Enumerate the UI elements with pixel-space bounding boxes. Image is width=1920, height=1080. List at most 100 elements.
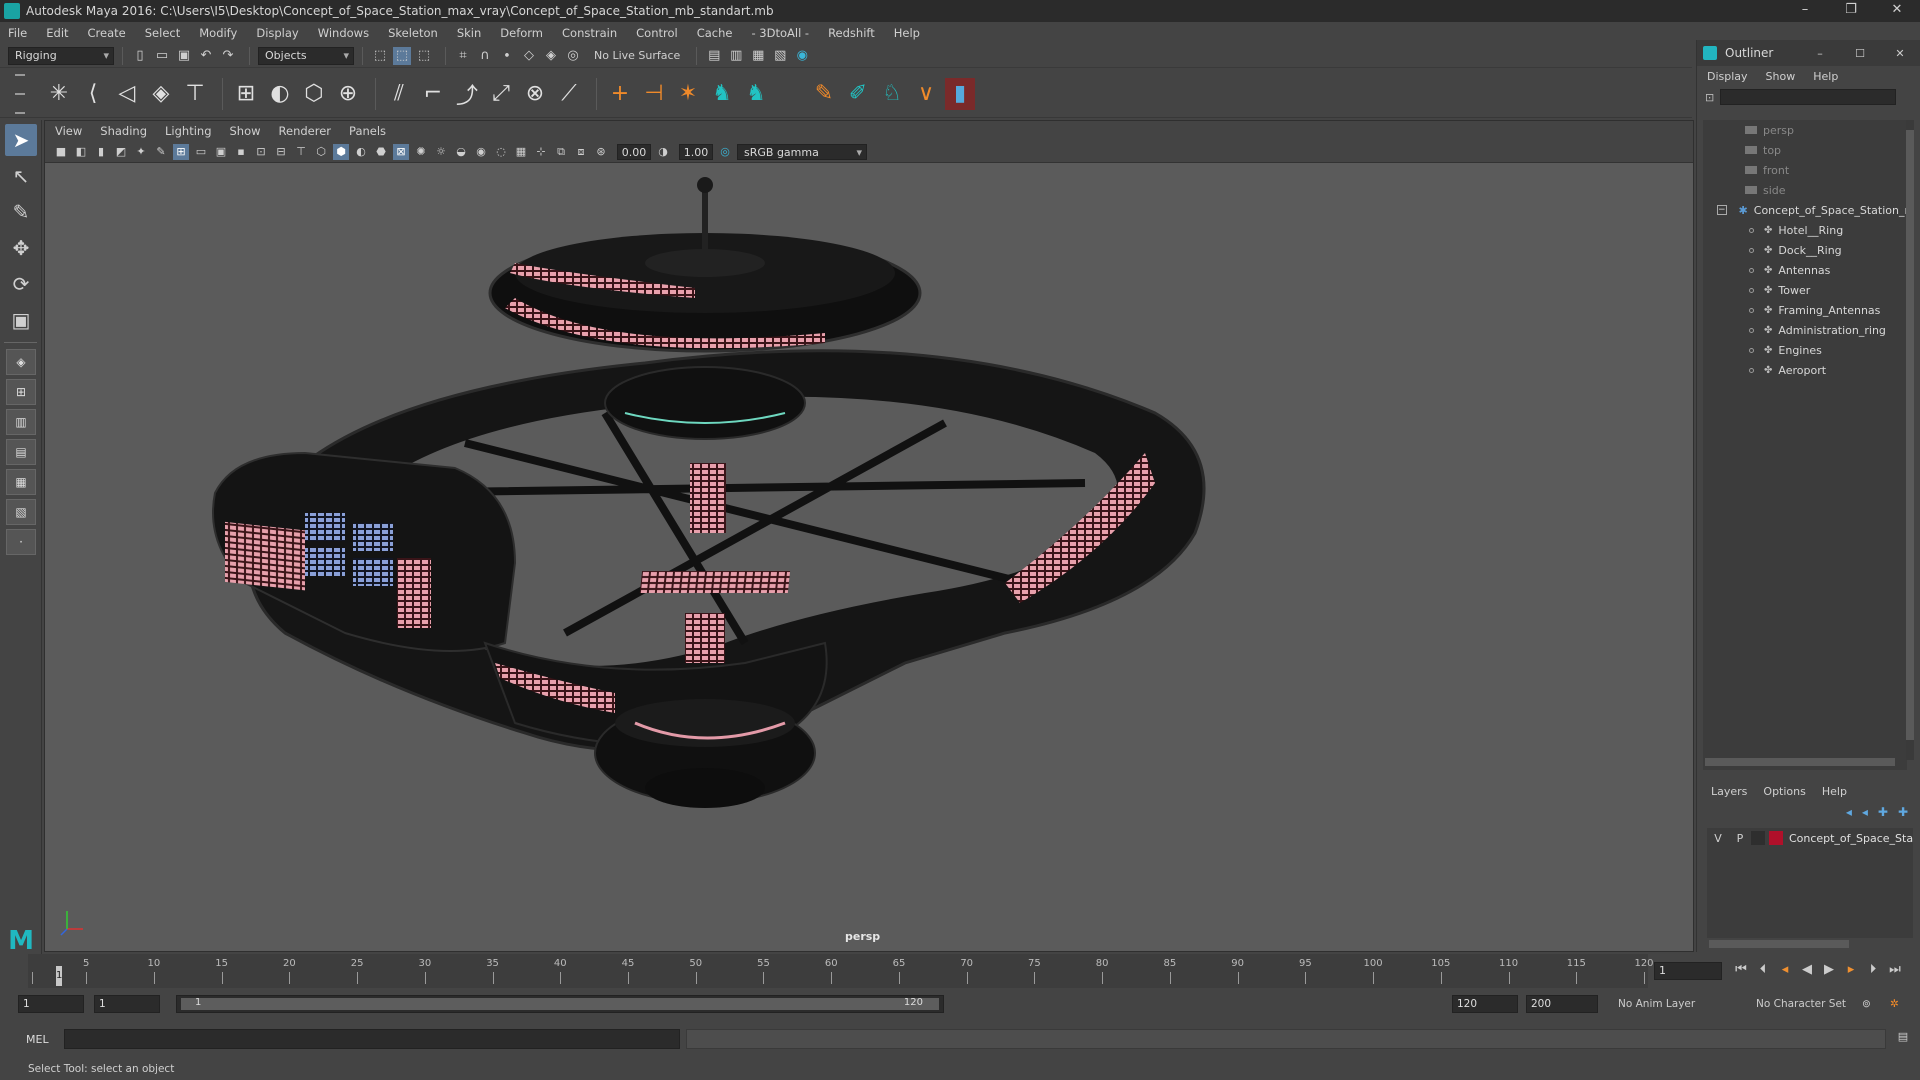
panel-menu-lighting[interactable]: Lighting	[165, 124, 211, 138]
redo-icon[interactable]: ↷	[219, 47, 237, 65]
time-slider-track[interactable]: 1 5 10 15 20 25 30 35 40 45 50 55 60 65 70 75 80 85 90 95 1…	[28, 954, 1654, 988]
panel-menu-show[interactable]: Show	[230, 124, 261, 138]
menu-help[interactable]: Help	[894, 26, 920, 40]
new-layer-selected-icon[interactable]: ✚	[1898, 805, 1908, 819]
open-scene-icon[interactable]: ▭	[153, 47, 171, 65]
insert-joint-icon[interactable]: ◈	[146, 78, 176, 110]
wireframe-on-shaded-icon[interactable]: ⬣	[373, 144, 389, 160]
paint-tool-icon[interactable]: ✐	[843, 78, 873, 110]
single-perspective-layout-icon[interactable]: ◈	[6, 349, 36, 375]
new-layer-icon[interactable]: ✚	[1878, 805, 1888, 819]
playback-end-field[interactable]: 120	[1452, 995, 1518, 1013]
grease-pencil-icon[interactable]: ✎	[153, 144, 169, 160]
outliner-item-child[interactable]: ✤ Dock__Ring	[1703, 240, 1907, 260]
gamma-field[interactable]: 1.00	[679, 143, 713, 160]
menu-constrain[interactable]: Constrain	[562, 26, 617, 40]
new-scene-icon[interactable]: ▯	[131, 47, 149, 65]
ambient-occlusion-icon[interactable]: ◉	[473, 144, 489, 160]
outliner-item-root[interactable]: − ✱ Concept_of_Space_Station_n	[1703, 200, 1907, 220]
quick-rig-icon[interactable]: ♘	[877, 78, 907, 110]
step-back-key-icon[interactable]: ⏴	[1752, 962, 1774, 977]
four-view-layout-icon[interactable]: ⊞	[6, 379, 36, 405]
minimize-button[interactable]: –	[1782, 0, 1828, 22]
menu-control[interactable]: Control	[636, 26, 678, 40]
menu-deform[interactable]: Deform	[500, 26, 543, 40]
anim-layer-dropdown[interactable]: No Anim Layer	[1610, 995, 1730, 1013]
shadows-icon[interactable]: ◒	[453, 144, 469, 160]
outliner-menu-help[interactable]: Help	[1813, 70, 1838, 83]
orient-constraint-icon[interactable]: ⤢	[486, 78, 516, 110]
animation-prefs-icon[interactable]: ✲	[1890, 995, 1910, 1013]
perspective-viewport[interactable]: persp	[45, 163, 1693, 951]
character-set-dropdown[interactable]: No Character Set	[1748, 995, 1858, 1013]
snap-surface-icon[interactable]: ◈	[542, 47, 560, 65]
outliner-item-child[interactable]: ✤ Administration_ring	[1703, 320, 1907, 340]
outliner-list[interactable]: persp top front side − ✱ Concept_of_Space_…	[1703, 120, 1907, 770]
playback-start-field[interactable]: 1	[94, 995, 160, 1013]
outliner-item-child[interactable]: ✤ Aeroport	[1703, 360, 1907, 380]
film-gate-icon[interactable]: ▭	[193, 144, 209, 160]
go-to-start-icon[interactable]: ⏮	[1730, 962, 1752, 977]
wire-deformer-icon[interactable]: ⊕	[333, 78, 363, 110]
layer-menu-layers[interactable]: Layers	[1711, 785, 1747, 798]
layer-playback-toggle[interactable]: P	[1729, 832, 1751, 845]
exposure-field[interactable]: 0.00	[617, 143, 651, 160]
bookmark-icon[interactable]: ▮	[93, 144, 109, 160]
select-tool-icon[interactable]: ➤	[5, 124, 37, 156]
range-bar[interactable]: 1 120	[176, 995, 944, 1013]
render-settings-icon[interactable]: ▤	[705, 47, 723, 65]
parent-constraint-icon[interactable]: ⊗	[520, 78, 550, 110]
outliner-item-camera[interactable]: side	[1703, 180, 1907, 200]
hypershade-layout-icon[interactable]: ▦	[6, 469, 36, 495]
mirror-joint-icon[interactable]: ⊤	[180, 78, 210, 110]
outliner-item-child[interactable]: ✤ Tower	[1703, 280, 1907, 300]
select-hierarchy-icon[interactable]: ⬚	[371, 47, 389, 65]
grid-toggle-icon[interactable]: ⊞	[173, 143, 189, 160]
render-current-icon[interactable]: ▥	[727, 47, 745, 65]
snap-grid-icon[interactable]: ⌗	[454, 47, 472, 65]
menu-modify[interactable]: Modify	[199, 26, 237, 40]
xray-joints-icon[interactable]: ⧉	[553, 144, 569, 160]
persp-graph-layout-icon[interactable]: ▤	[6, 439, 36, 465]
step-forward-frame-icon[interactable]: ▸	[1840, 962, 1862, 977]
panel-menu-shading[interactable]: Shading	[100, 124, 147, 138]
move-layer-down-icon[interactable]: ◂	[1862, 805, 1868, 819]
outliner-item-camera[interactable]: front	[1703, 160, 1907, 180]
locator-icon[interactable]: +	[605, 78, 635, 110]
layer-color-swatch[interactable]	[1768, 831, 1783, 845]
panel-menu-panels[interactable]: Panels	[349, 124, 386, 138]
range-bar-fill[interactable]	[181, 998, 939, 1010]
menu-edit[interactable]: Edit	[46, 26, 68, 40]
snap-point-icon[interactable]: ∙	[498, 47, 516, 65]
scale-tool-icon[interactable]: ▣	[5, 304, 37, 336]
maximize-button[interactable]: ❐	[1828, 0, 1874, 22]
rotate-tool-icon[interactable]: ⟳	[5, 268, 37, 300]
image-plane-icon[interactable]: ◩	[113, 144, 129, 160]
command-input[interactable]	[64, 1029, 680, 1049]
lasso-tool-icon[interactable]: ↖	[5, 160, 37, 192]
mel-label[interactable]: MEL	[26, 1033, 64, 1046]
go-to-end-icon[interactable]: ⏭	[1884, 962, 1906, 977]
graph-tool-icon[interactable]: ∨	[911, 78, 941, 110]
move-tool-icon[interactable]: ✥	[5, 232, 37, 264]
textured-icon[interactable]: ✺	[413, 144, 429, 160]
outliner-maximize-button[interactable]: ☐	[1840, 47, 1880, 60]
outliner-item-camera[interactable]: top	[1703, 140, 1907, 160]
hypershade-icon[interactable]: ◉	[793, 47, 811, 65]
skin-tool-icon[interactable]: ✎	[809, 78, 839, 110]
step-forward-key-icon[interactable]: ⏵	[1862, 962, 1884, 977]
layer-menu-help[interactable]: Help	[1822, 785, 1847, 798]
xray-icon[interactable]: ⊠	[393, 143, 409, 160]
shelf-handle[interactable]	[10, 73, 30, 114]
safe-action-icon[interactable]: ⊟	[273, 144, 289, 160]
auto-key-icon[interactable]: ⊚	[1862, 995, 1882, 1013]
2d-pan-icon[interactable]: ✦	[133, 144, 149, 160]
safe-title-icon[interactable]: ⊤	[293, 144, 309, 160]
current-frame-field[interactable]: 1	[1654, 962, 1722, 980]
outliner-item-camera[interactable]: persp	[1703, 120, 1907, 140]
smooth-shade-icon[interactable]: ⬢	[333, 143, 349, 160]
ipr-render-icon[interactable]: ▦	[749, 47, 767, 65]
xray-components-icon[interactable]: ⧈	[573, 144, 589, 160]
outliner-item-child[interactable]: ✤ Framing_Antennas	[1703, 300, 1907, 320]
pole-vector-icon[interactable]: ⟋	[554, 78, 584, 110]
